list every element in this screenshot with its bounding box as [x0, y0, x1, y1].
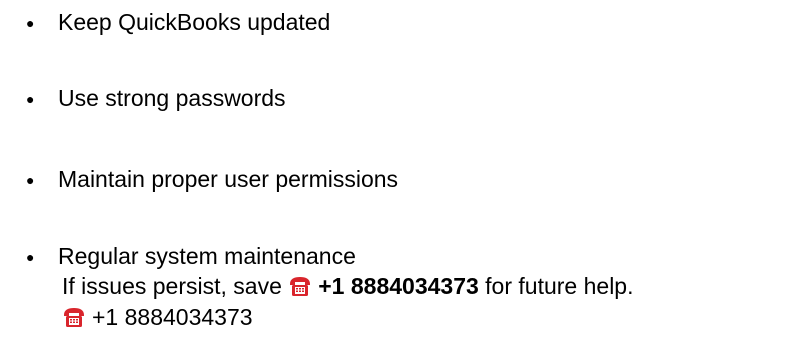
phone-line: +1 8884034373 [62, 303, 253, 331]
note-prefix: If issues persist, save [62, 273, 282, 299]
list-item-label: Maintain proper user permissions [58, 166, 399, 192]
note-suffix: for future help. [485, 273, 634, 299]
phone-number: +1 8884034373 [92, 304, 253, 330]
support-note: If issues persist, save +1 8884034373 fo… [62, 272, 633, 300]
list-item-label: Regular system maintenance [58, 243, 356, 269]
bullet: ● [26, 249, 35, 265]
bullet: ● [26, 15, 35, 31]
telephone-icon [62, 306, 86, 328]
phone-number-bold: +1 8884034373 [318, 273, 479, 299]
list-item-label: Keep QuickBooks updated [58, 9, 331, 35]
bullet: ● [26, 172, 35, 188]
list-item-label: Use strong passwords [58, 85, 286, 111]
bullet: ● [26, 91, 35, 107]
telephone-icon [288, 275, 312, 297]
